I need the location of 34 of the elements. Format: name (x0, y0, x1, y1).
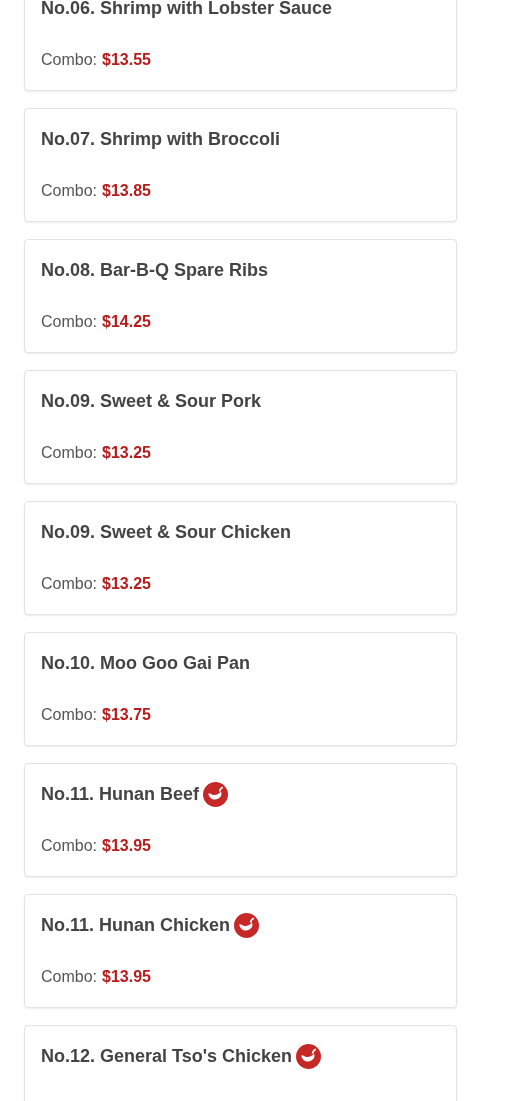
menu-item-card[interactable]: No.11. Hunan Chicken Combo: $13.95 (24, 894, 457, 1008)
price: $13.85 (102, 181, 151, 201)
menu-item-card[interactable]: No.10. Moo Goo Gai Pan Combo: $13.75 (24, 632, 457, 746)
price: $13.95 (102, 967, 151, 987)
combo-label: Combo: (41, 312, 98, 332)
menu-item-card[interactable]: No.08. Bar-B-Q Spare Ribs Combo: $14.25 (24, 239, 457, 353)
price: $13.95 (102, 836, 151, 856)
price: $13.55 (102, 50, 151, 70)
dish-title: No.09. Sweet & Sour Chicken (41, 520, 292, 544)
dish-title: No.07. Shrimp with Broccoli (41, 127, 281, 151)
dish-title: No.06. Shrimp with Lobster Sauce (41, 0, 333, 20)
price: $13.75 (102, 705, 151, 725)
menu-item-card[interactable]: No.09. Sweet & Sour Pork Combo: $13.25 (24, 370, 457, 484)
combo-label: Combo: (41, 574, 98, 594)
dish-title: No.12. General Tso's Chicken (41, 1044, 293, 1068)
price: $14.25 (102, 312, 151, 332)
combo-label: Combo: (41, 967, 98, 987)
menu-item-card[interactable]: No.12. General Tso's Chicken (24, 1025, 457, 1101)
menu-item-card[interactable]: No.11. Hunan Beef Combo: $13.95 (24, 763, 457, 877)
combo-label: Combo: (41, 443, 98, 463)
dish-title: No.11. Hunan Beef (41, 782, 200, 806)
combo-label: Combo: (41, 705, 98, 725)
menu-item-card[interactable]: No.09. Sweet & Sour Chicken Combo: $13.25 (24, 501, 457, 615)
dish-title: No.08. Bar-B-Q Spare Ribs (41, 258, 269, 282)
combo-label: Combo: (41, 836, 98, 856)
dish-title: No.11. Hunan Chicken (41, 913, 231, 937)
menu-item-card[interactable]: No.07. Shrimp with Broccoli Combo: $13.85 (24, 108, 457, 222)
price: $13.25 (102, 443, 151, 463)
dish-title: No.10. Moo Goo Gai Pan (41, 651, 251, 675)
price: $13.25 (102, 574, 151, 594)
menu-item-card[interactable]: No.06. Shrimp with Lobster Sauce Combo: $13.55 (24, 0, 457, 91)
dish-title: No.09. Sweet & Sour Pork (41, 389, 262, 413)
combo-label: Combo: (41, 50, 98, 70)
combo-label: Combo: (41, 181, 98, 201)
